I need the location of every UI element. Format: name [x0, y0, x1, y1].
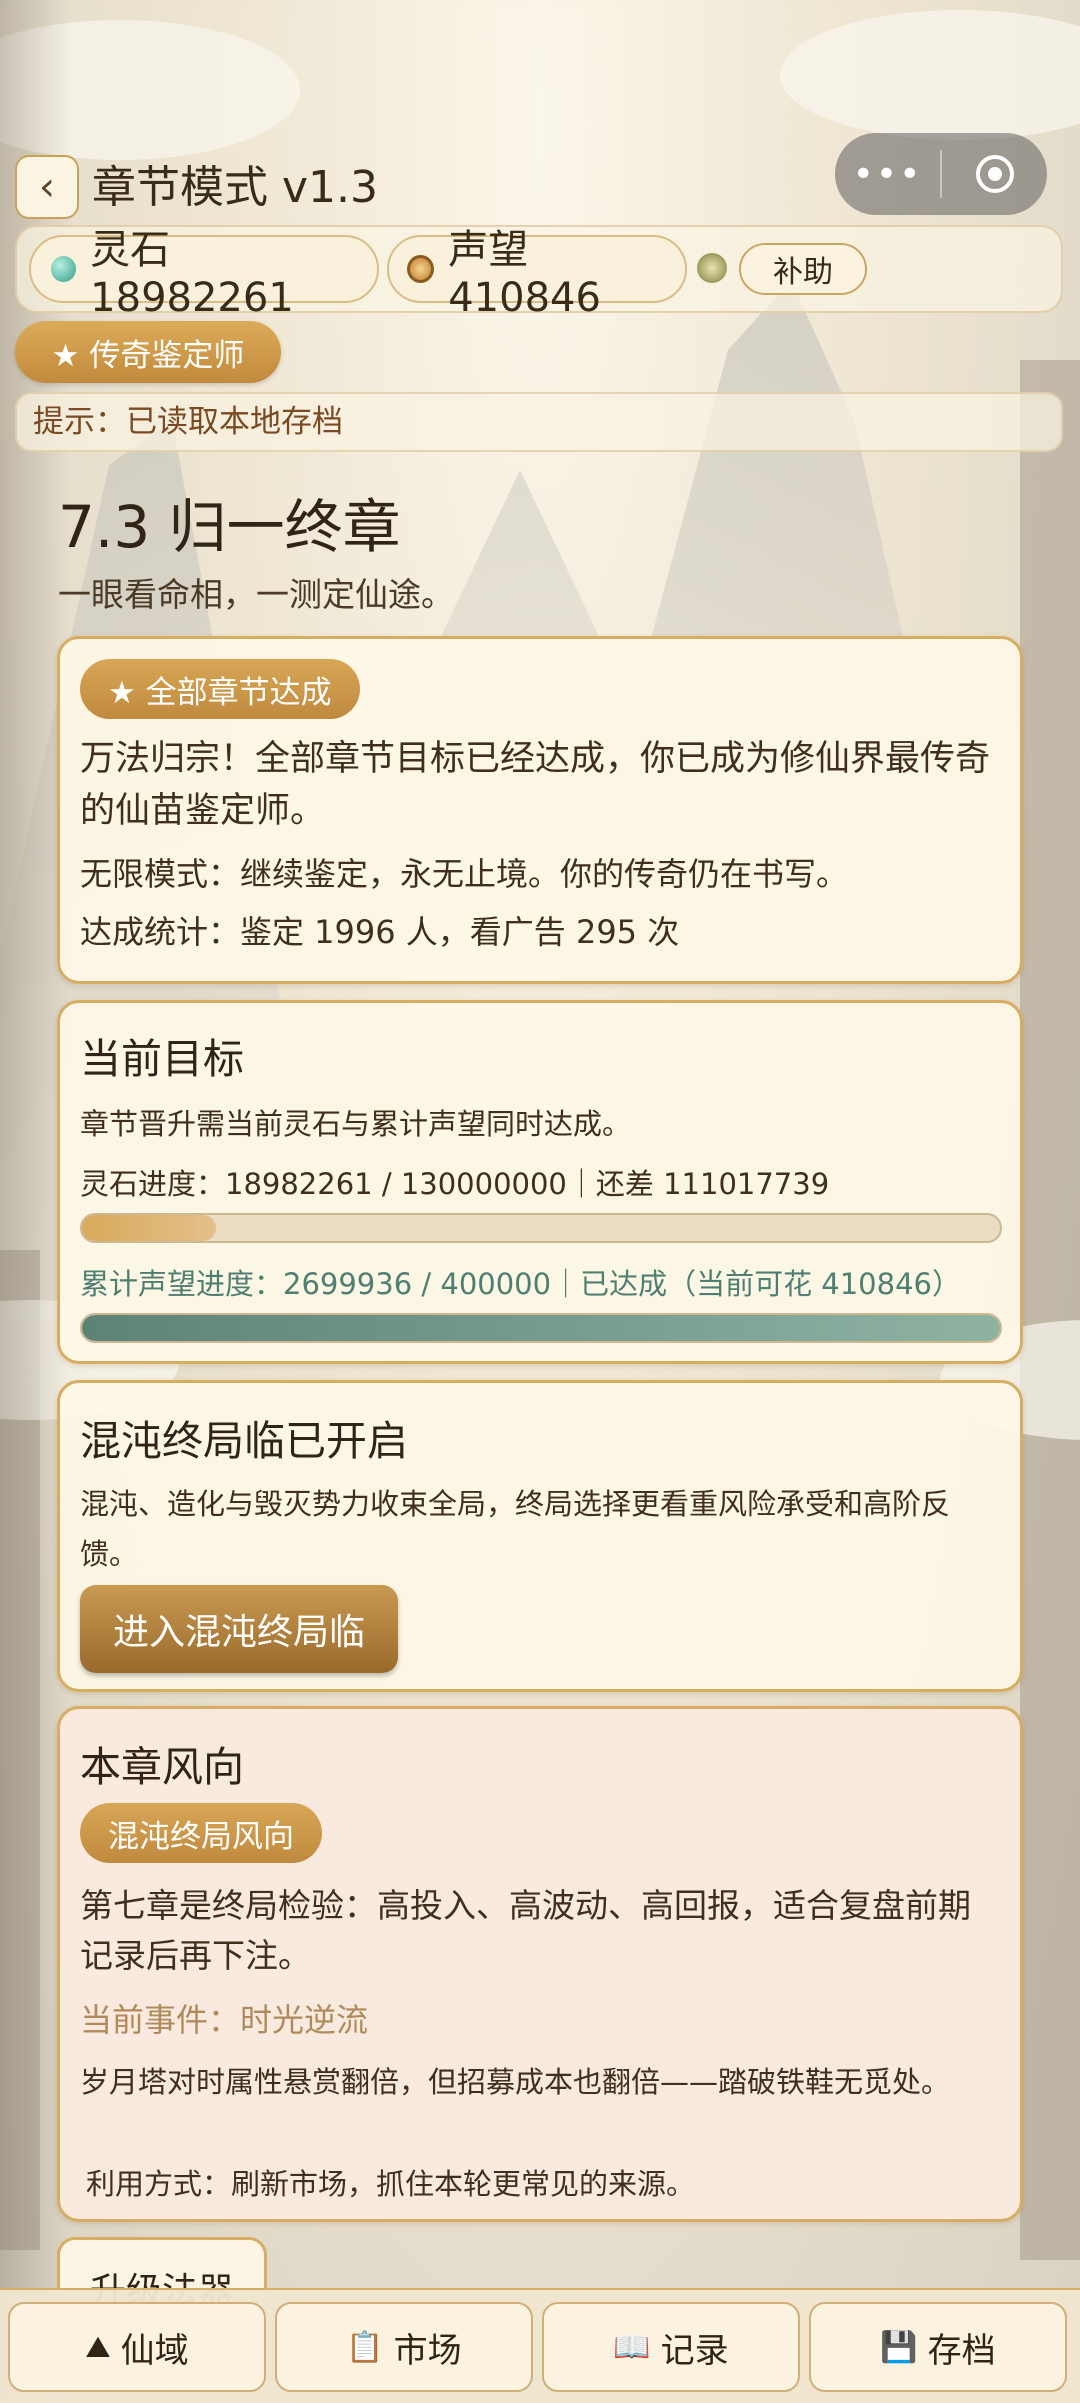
spirit-stone-counter: 灵石 18982261: [29, 227, 379, 321]
prestige-value: 声望 410846: [448, 227, 601, 321]
clipboard-icon: 📋: [346, 2329, 384, 2365]
nav-save[interactable]: 💾 存档: [809, 2302, 1067, 2392]
book-icon: 📖: [613, 2329, 651, 2365]
achievement-stats: 达成统计：鉴定 1996 人，看广告 295 次: [80, 913, 680, 951]
mountain-icon: ⛰: [85, 2329, 111, 2365]
chaos-heading: 混沌终局临已开启: [80, 1417, 408, 1465]
medal-icon: [407, 255, 435, 283]
leaf-token-icon: [697, 253, 727, 283]
current-goal-card: 当前目标 章节晋升需当前灵石与累计声望同时达成。 灵石进度：18982261 /…: [57, 1000, 1023, 1364]
tip-bar: 提示：已读取本地存档: [15, 392, 1063, 452]
stone-progress-bar: [80, 1213, 1002, 1243]
trend-badge: 混沌终局风向: [80, 1803, 322, 1863]
chaos-description: 混沌、造化与毁灭势力收束全局，终局选择更看重风险承受和高阶反馈。: [80, 1487, 951, 1571]
target-circle-icon: [975, 155, 1014, 193]
rank-title-badge: ★ 传奇鉴定师: [15, 321, 281, 383]
trend-heading: 本章风向: [80, 1743, 244, 1791]
jade-gem-icon: [51, 256, 77, 282]
close-mini-program-button[interactable]: [942, 155, 1047, 193]
bottom-navigation: ⛰ 仙域 📋 市场 📖 记录 💾 存档: [0, 2288, 1080, 2403]
nav-realm[interactable]: ⛰ 仙域: [8, 2302, 266, 2392]
resource-bar: 灵石 18982261 声望 410846 补助: [15, 225, 1063, 321]
usage-tip: 利用方式：刷新市场，抓住本轮更常见的来源。: [86, 2167, 696, 2201]
infinite-mode-text: 无限模式：继续鉴定，永无止境。你的传奇仍在书写。: [80, 855, 849, 893]
enter-chaos-endgame-button[interactable]: 进入混沌终局临: [80, 1585, 398, 1673]
trend-description: 第七章是终局检验：高投入、高波动、高回报，适合复盘前期记录后再下注。: [80, 1886, 971, 1975]
all-chapters-badge: ★ 全部章节达成: [80, 659, 360, 719]
stone-progress-fill: [82, 1215, 217, 1241]
nav-label: 市场: [393, 2330, 462, 2371]
assist-button[interactable]: 补助: [739, 243, 867, 295]
nav-label: 记录: [660, 2330, 729, 2371]
nav-label: 存档: [927, 2330, 996, 2371]
stone-progress-text: 灵石进度：18982261 / 130000000｜还差 111017739: [80, 1167, 830, 1201]
spirit-stone-value: 灵石 18982261: [90, 227, 294, 321]
prestige-progress-text: 累计声望进度：2699936 / 400000｜已达成（当前可花 410846）: [80, 1267, 961, 1301]
chevron-left-icon: ‹: [39, 164, 55, 210]
prestige-counter: 声望 410846: [387, 227, 687, 321]
chaos-endgame-card: 混沌终局临已开启 混沌、造化与毁灭势力收束全局，终局选择更看重风险承受和高阶反馈…: [57, 1380, 1023, 1692]
prestige-progress-bar: [80, 1313, 1002, 1343]
nav-market[interactable]: 📋 市场: [275, 2302, 533, 2392]
more-menu-button[interactable]: •••: [835, 154, 940, 195]
goal-description: 章节晋升需当前灵石与累计声望同时达成。: [80, 1107, 632, 1141]
achievement-card: ★ 全部章节达成 万法归宗！全部章节目标已经达成，你已成为修仙界最传奇的仙苗鉴定…: [57, 636, 1023, 984]
chapter-trend-card: 本章风向 混沌终局风向 第七章是终局检验：高投入、高波动、高回报，适合复盘前期记…: [57, 1706, 1023, 2222]
achievement-text: 万法归宗！全部章节目标已经达成，你已成为修仙界最传奇的仙苗鉴定师。: [80, 739, 991, 831]
back-button[interactable]: ‹: [15, 155, 79, 219]
nav-label: 仙域: [120, 2330, 189, 2371]
nav-records[interactable]: 📖 记录: [542, 2302, 800, 2392]
page-title: 章节模式 v1.3: [92, 162, 378, 213]
floppy-disk-icon: 💾: [880, 2329, 918, 2365]
event-description: 岁月塔对时属性悬赏翻倍，但招募成本也翻倍——踏破铁鞋无觅处。: [80, 2065, 951, 2099]
chapter-title: 7.3 归一终章: [58, 493, 401, 561]
chapter-subtitle: 一眼看命相，一测定仙途。: [58, 575, 454, 614]
prestige-progress-fill: [82, 1315, 1000, 1341]
goal-heading: 当前目标: [80, 1035, 244, 1083]
current-event: 当前事件：时光逆流: [80, 2001, 369, 2039]
mini-program-capsule: •••: [835, 133, 1047, 215]
